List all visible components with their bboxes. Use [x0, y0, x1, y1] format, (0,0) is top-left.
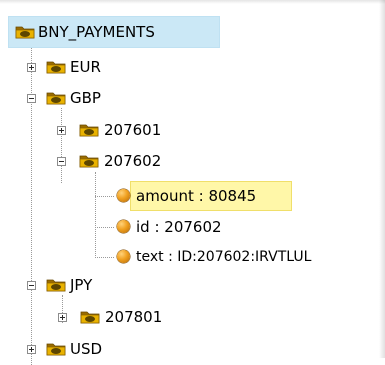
tree-node-207602[interactable]: 207602: [104, 150, 161, 172]
leaf-node-icon: [117, 250, 130, 263]
folder-icon: [80, 311, 100, 324]
expand-toggle-207601[interactable]: [57, 126, 66, 135]
leaf-node-icon: [117, 220, 130, 233]
tree-connector: [95, 196, 114, 197]
tree-connector: [95, 172, 96, 256]
tree-node-eur[interactable]: EUR: [70, 56, 101, 78]
collapse-toggle-gbp[interactable]: [27, 94, 36, 103]
tree-node-gbp[interactable]: GBP: [70, 87, 101, 109]
tree-connector: [95, 257, 114, 258]
tree-root-label[interactable]: BNY_PAYMENTS: [38, 21, 155, 43]
tree-connector: [95, 227, 114, 228]
tree-connector: [61, 108, 62, 183]
folder-icon: [79, 124, 99, 137]
collapse-toggle-jpy[interactable]: [27, 281, 36, 290]
leaf-node-icon: [117, 189, 130, 202]
top-shadow: [0, 0, 385, 4]
folder-icon: [46, 279, 66, 292]
tree-leaf-amount[interactable]: amount : 80845: [136, 185, 256, 207]
right-shadow: [379, 0, 385, 358]
collapse-toggle-207602[interactable]: [57, 157, 66, 166]
tree-leaf-id[interactable]: id : 207602: [136, 216, 222, 238]
tree-view: BNY_PAYMENTS EUR GBP 207601 207602 amoun…: [0, 0, 385, 365]
folder-icon: [79, 155, 99, 168]
expand-toggle-207801[interactable]: [58, 313, 67, 322]
tree-node-207601[interactable]: 207601: [104, 119, 161, 141]
expand-toggle-eur[interactable]: [27, 63, 36, 72]
folder-icon: [15, 26, 35, 39]
tree-leaf-text[interactable]: text : ID:207602:IRVTLUL: [136, 246, 311, 268]
folder-icon: [46, 343, 66, 356]
folder-icon: [46, 92, 66, 105]
expand-toggle-usd[interactable]: [27, 345, 36, 354]
tree-node-jpy[interactable]: JPY: [70, 274, 92, 296]
tree-node-usd[interactable]: USD: [70, 338, 102, 360]
tree-node-207801[interactable]: 207801: [105, 306, 162, 328]
folder-icon: [46, 61, 66, 74]
